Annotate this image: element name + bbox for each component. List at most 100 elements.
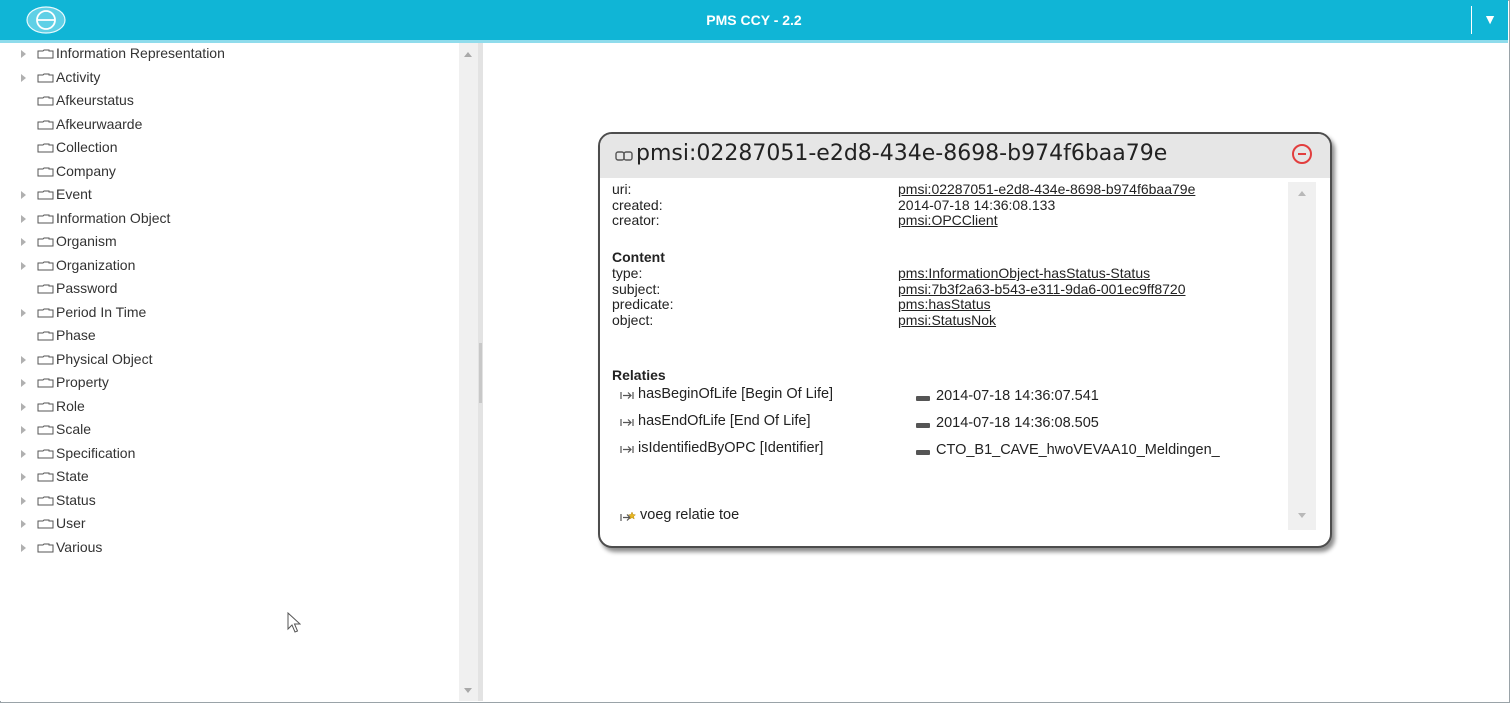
- folder-icon: [37, 167, 54, 176]
- class-tree-panel: Information Representation Activity Afkeur…: [0, 43, 459, 701]
- expand-arrow-icon[interactable]: [21, 238, 26, 246]
- expand-arrow-icon[interactable]: [21, 449, 26, 458]
- tree-item-label: State: [56, 468, 89, 484]
- panel-splitter[interactable]: [478, 43, 483, 701]
- value-icon: [916, 423, 930, 428]
- relation-row[interactable]: isIdentifiedByOPC [Identifier] CTO_B1_CA…: [612, 440, 1287, 461]
- tree-item-label: Period In Time: [56, 303, 147, 320]
- tree-item-label: Activity: [56, 68, 101, 85]
- folder-icon: [37, 543, 54, 552]
- subject-link[interactable]: pmsi:7b3f2a63-b543-e311-9da6-001ec9ff872…: [898, 281, 1186, 298]
- folder-icon: [37, 190, 54, 200]
- folder-icon: [37, 378, 54, 388]
- relation-name: hasBeginOfLife [Begin Of Life]: [638, 386, 834, 402]
- tree-item-label: Information Representation: [56, 45, 225, 61]
- tree-item-label: Company: [56, 162, 116, 179]
- tree-item-label: Afkeurstatus: [56, 92, 134, 108]
- predicate-label: predicate:: [612, 296, 674, 312]
- created-value: 2014-07-18 14:36:08.133: [898, 196, 1056, 213]
- tree-item-label: Role: [56, 397, 85, 414]
- object-label: object:: [612, 311, 654, 328]
- expand-arrow-icon[interactable]: [21, 543, 26, 552]
- folder-icon: [37, 143, 54, 153]
- card-title: pmsi:02287051-e2d8-434e-8698-b974f6baa79…: [636, 141, 1168, 166]
- folder-icon: [37, 214, 54, 223]
- scroll-down-icon[interactable]: [464, 688, 472, 693]
- scroll-up-icon[interactable]: [1298, 191, 1306, 196]
- tree-scrollbar[interactable]: [459, 43, 478, 701]
- card-body: uri: pmsi:02287051-e2d8-434e-8698-b974f6…: [612, 182, 1287, 538]
- expand-arrow-icon[interactable]: [21, 261, 26, 270]
- relation-arrow-icon: [620, 392, 634, 399]
- expand-arrow-icon[interactable]: [21, 426, 26, 434]
- relation-arrow-icon: [620, 419, 634, 426]
- expand-arrow-icon[interactable]: [21, 50, 26, 58]
- created-label: created:: [612, 196, 663, 213]
- expand-arrow-icon[interactable]: [21, 355, 26, 364]
- card-scrollbar[interactable]: [1288, 182, 1316, 530]
- card-header: pmsi:02287051-e2d8-434e-8698-b974f6baa79…: [600, 134, 1330, 178]
- tree-item-label: Password: [56, 280, 118, 296]
- relation-row[interactable]: hasEndOfLife [End Of Life] 2014-07-18 14…: [612, 413, 1287, 434]
- uri-link[interactable]: pmsi:02287051-e2d8-434e-8698-b974f6baa79…: [898, 182, 1195, 198]
- relation-target[interactable]: CTO_B1_CAVE_hwoVEVAA10_Meldingen_: [936, 442, 1220, 459]
- menu-divider: [1471, 6, 1472, 34]
- folder-icon: [37, 308, 54, 317]
- app-title: PMS CCY - 2.2: [706, 12, 802, 28]
- expand-arrow-icon[interactable]: [21, 214, 26, 223]
- value-icon: [916, 450, 930, 455]
- creator-label: creator:: [612, 212, 660, 228]
- relation-row[interactable]: hasBeginOfLife [Begin Of Life] 2014-07-1…: [612, 386, 1287, 407]
- link-chain-icon: [615, 151, 633, 161]
- relation-target[interactable]: 2014-07-18 14:36:07.541: [936, 388, 1099, 405]
- mouse-cursor-icon: [287, 612, 301, 633]
- folder-icon: [37, 261, 54, 270]
- tree-item-label: Various: [56, 538, 103, 555]
- add-relation-icon: [620, 511, 636, 521]
- close-bar: [1298, 153, 1306, 155]
- tree-item-label: Information Object: [56, 209, 171, 226]
- minus-circle-icon[interactable]: [1292, 144, 1312, 164]
- folder-icon: [37, 519, 54, 529]
- top-bar: PMS CCY - 2.2 ▼: [0, 0, 1508, 43]
- expand-arrow-icon[interactable]: [21, 520, 26, 528]
- relation-arrow-icon: [620, 446, 634, 453]
- resource-detail-card: pmsi:02287051-e2d8-434e-8698-b974f6baa79…: [598, 132, 1332, 548]
- tree-item-label: Property: [56, 374, 109, 390]
- scroll-up-icon[interactable]: [464, 52, 472, 57]
- predicate-link[interactable]: pms:hasStatus: [898, 296, 991, 313]
- menu-dropdown-button[interactable]: ▼: [1476, 0, 1504, 40]
- type-link[interactable]: pms:InformationObject-hasStatus-Status: [898, 265, 1150, 282]
- folder-icon: [37, 331, 54, 341]
- triangle-down-icon: ▼: [1483, 11, 1497, 27]
- object-link[interactable]: pmsi:StatusNok: [898, 312, 996, 329]
- relation-target[interactable]: 2014-07-18 14:36:08.505: [936, 415, 1099, 432]
- expand-arrow-icon[interactable]: [21, 308, 26, 317]
- splitter-grip[interactable]: [479, 343, 482, 403]
- relation-name: isIdentifiedByOPC [Identifier]: [638, 440, 824, 456]
- expand-arrow-icon[interactable]: [21, 496, 26, 505]
- expand-arrow-icon[interactable]: [21, 379, 26, 387]
- folder-icon: [37, 472, 54, 482]
- subject-label: subject:: [612, 280, 661, 297]
- tree-item-label: Collection: [56, 139, 118, 155]
- scroll-down-icon[interactable]: [1298, 513, 1306, 518]
- expand-arrow-icon[interactable]: [21, 191, 26, 199]
- folder-icon: [37, 96, 54, 106]
- value-icon: [916, 396, 930, 401]
- tree-item-label: Specification: [56, 444, 136, 461]
- expand-arrow-icon[interactable]: [21, 402, 26, 411]
- creator-link[interactable]: pmsi:OPCClient: [898, 212, 998, 229]
- tree-item-label: Afkeurwaarde: [56, 115, 143, 132]
- tree-item-label: Scale: [56, 421, 92, 437]
- tree-item-label: Status: [56, 491, 96, 508]
- tree-item-label: Organism: [56, 233, 117, 249]
- expand-arrow-icon[interactable]: [21, 473, 26, 481]
- folder-icon: [37, 402, 54, 411]
- tree-item-label: User: [56, 515, 86, 531]
- folder-icon: [37, 237, 54, 247]
- type-label: type:: [612, 265, 643, 281]
- expand-arrow-icon[interactable]: [21, 73, 26, 82]
- folder-icon: [37, 284, 54, 294]
- tree-item-label: Event: [56, 186, 92, 202]
